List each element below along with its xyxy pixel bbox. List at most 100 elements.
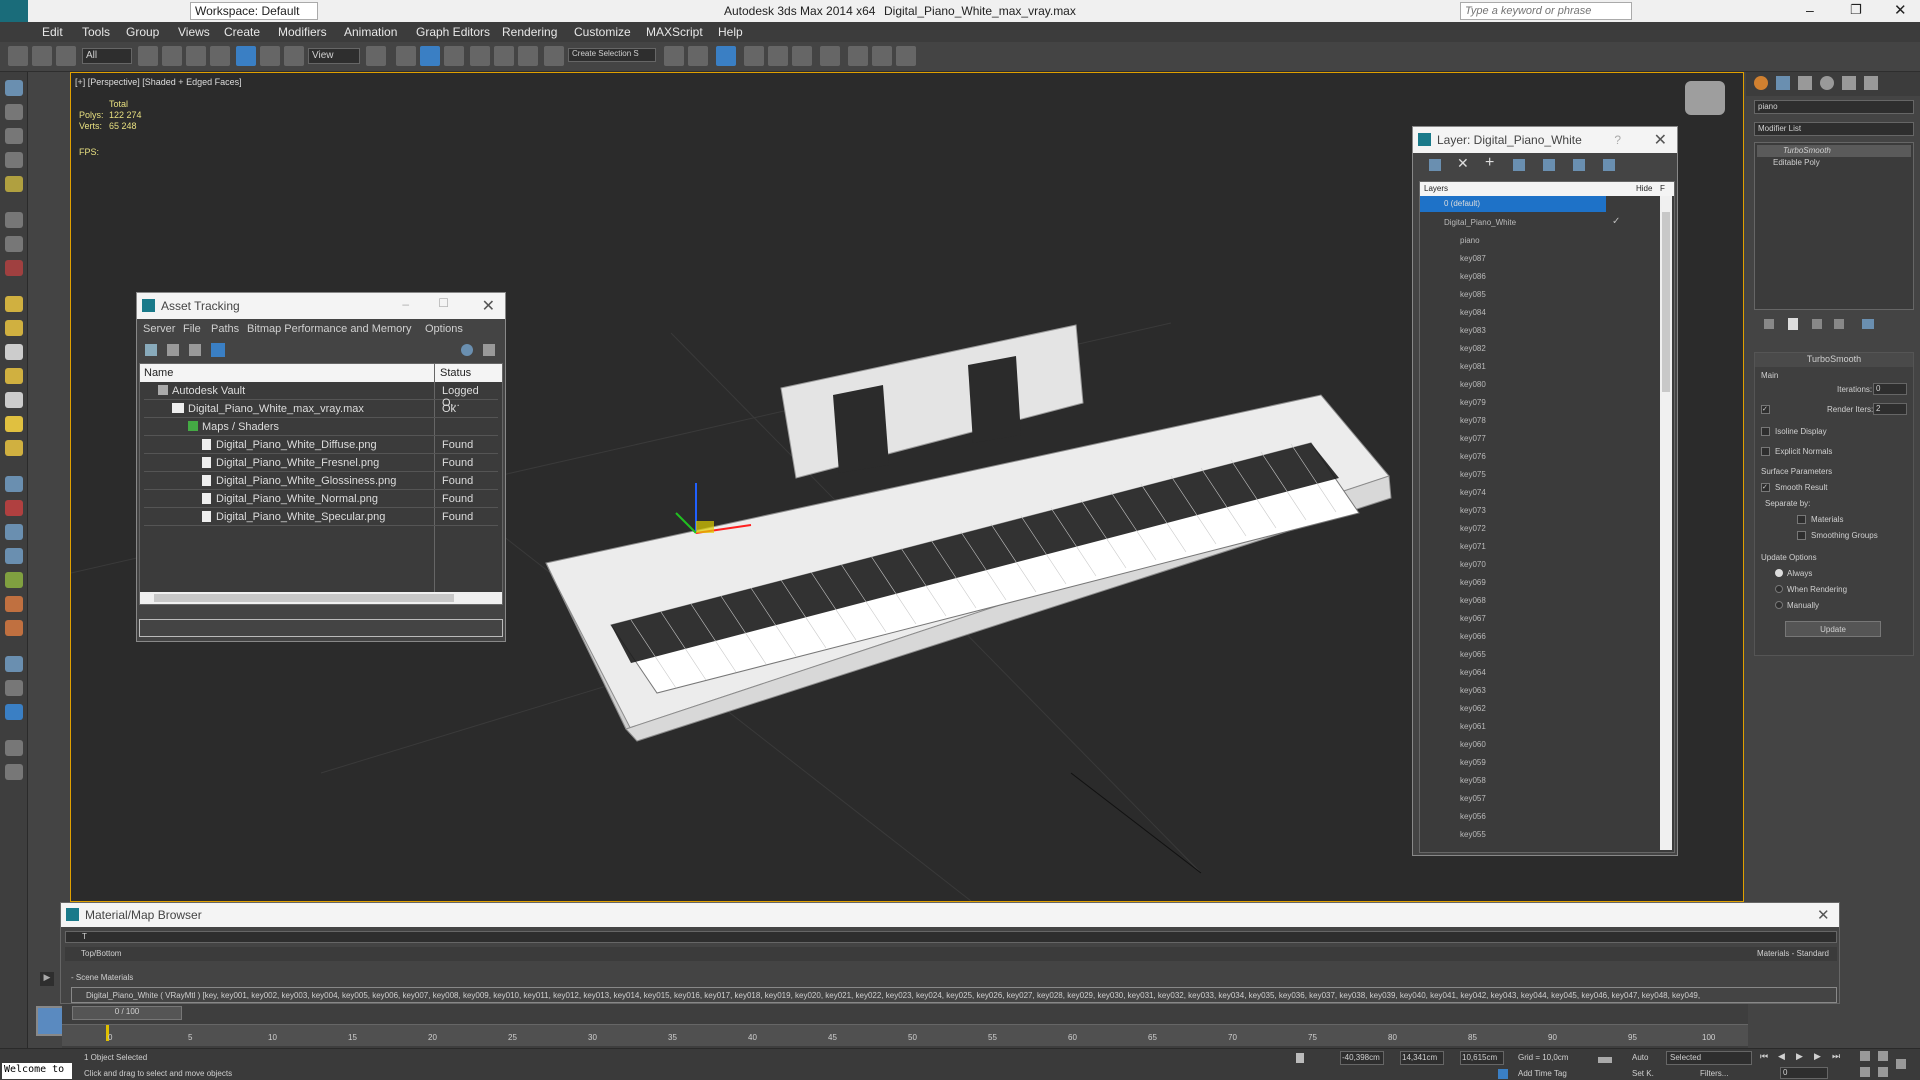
menu-group[interactable]: Group: [126, 25, 159, 39]
track-bar[interactable]: 0 5 10 15 20 25 30 35 40 45 50 55 60 65 …: [62, 1024, 1748, 1046]
manipulate-icon[interactable]: [396, 46, 416, 66]
tool-icon-27[interactable]: [5, 764, 23, 780]
col-status-header[interactable]: Status: [440, 367, 471, 379]
table-row[interactable]: Digital_Piano_White_max_vray.max Ok: [144, 400, 498, 418]
goto-start-icon[interactable]: ⏮: [1760, 1051, 1768, 1062]
asset-menu-server[interactable]: Server: [143, 323, 175, 335]
always-radio[interactable]: [1775, 569, 1783, 577]
scroll-thumb[interactable]: [154, 594, 454, 602]
align-icon[interactable]: [688, 46, 708, 66]
render-setup-icon[interactable]: [848, 46, 868, 66]
list-item[interactable]: key056: [1426, 808, 1666, 826]
pivot-icon[interactable]: [366, 46, 386, 66]
when-rendering-radio[interactable]: [1775, 585, 1783, 593]
table-view-icon[interactable]: [211, 343, 225, 357]
key-icon[interactable]: [1598, 1057, 1612, 1063]
list-item[interactable]: key073: [1426, 502, 1666, 520]
list-item[interactable]: key071: [1426, 538, 1666, 556]
hierarchy-tab-icon[interactable]: [1798, 76, 1812, 90]
list-item[interactable]: key068: [1426, 592, 1666, 610]
modify-tab-icon[interactable]: [1776, 76, 1790, 90]
object-name-field[interactable]: piano: [1754, 100, 1914, 114]
manually-radio[interactable]: [1775, 601, 1783, 609]
add-time-tag[interactable]: Add Time Tag: [1518, 1069, 1567, 1078]
current-frame-field[interactable]: 0: [1780, 1067, 1828, 1079]
piano-model[interactable]: [545, 324, 1392, 742]
list-icon[interactable]: [167, 344, 179, 356]
bind-icon[interactable]: [56, 46, 76, 66]
keyboard-shortcut-icon[interactable]: [420, 46, 440, 66]
list-item[interactable]: key076: [1426, 448, 1666, 466]
tool-icon-4[interactable]: [5, 152, 23, 168]
play-side-icon[interactable]: ▶: [40, 972, 54, 986]
iterations-spinner[interactable]: 0: [1873, 383, 1907, 395]
rotate-icon[interactable]: [260, 46, 280, 66]
list-item[interactable]: key085: [1426, 286, 1666, 304]
tool-icon-16[interactable]: [5, 476, 23, 492]
ref-coord-dropdown[interactable]: View: [308, 48, 360, 64]
vertical-scrollbar[interactable]: [1660, 196, 1672, 850]
tool-icon-23[interactable]: [5, 656, 23, 672]
list-item[interactable]: Digital_Piano_White ✓: [1426, 214, 1666, 232]
make-unique-icon[interactable]: [1812, 319, 1822, 329]
modifier-list-dropdown[interactable]: Modifier List: [1754, 122, 1914, 136]
freeze-all-icon[interactable]: [1603, 159, 1615, 171]
auto-key-button[interactable]: Auto: [1632, 1053, 1648, 1062]
render-iters-checkbox[interactable]: ✓: [1761, 405, 1770, 414]
configure-sets-icon[interactable]: [1862, 319, 1874, 329]
remove-modifier-icon[interactable]: [1834, 319, 1844, 329]
list-item[interactable]: key075: [1426, 466, 1666, 484]
tool-icon-25[interactable]: [5, 704, 23, 720]
tree-icon[interactable]: [189, 344, 201, 356]
table-row[interactable]: Digital_Piano_White_Diffuse.png Found: [144, 436, 498, 454]
play-icon[interactable]: ▶: [1796, 1051, 1803, 1062]
pan-icon[interactable]: [1860, 1067, 1870, 1077]
horizontal-scrollbar[interactable]: [140, 592, 502, 604]
menu-graph-editors[interactable]: Graph Editors: [416, 25, 490, 39]
list-item[interactable]: key062: [1426, 700, 1666, 718]
edit-named-sel-icon[interactable]: [544, 46, 564, 66]
close-icon[interactable]: ✕: [1894, 1, 1907, 19]
tool-icon-10[interactable]: [5, 320, 23, 336]
curve-editor-icon[interactable]: [768, 46, 788, 66]
menu-help[interactable]: Help: [718, 25, 743, 39]
smoothing-groups-checkbox[interactable]: [1797, 531, 1806, 540]
goto-end-icon[interactable]: ⏭: [1832, 1051, 1840, 1062]
smooth-result-checkbox[interactable]: ✓: [1761, 483, 1770, 492]
window-crossing-icon[interactable]: [210, 46, 230, 66]
named-selection-dropdown[interactable]: Create Selection S: [568, 48, 656, 62]
utilities-tab-icon[interactable]: [1864, 76, 1878, 90]
show-end-icon[interactable]: [1788, 318, 1798, 330]
close-icon[interactable]: ✕: [1654, 130, 1667, 150]
tool-icon-6[interactable]: [5, 212, 23, 228]
rollout-title[interactable]: TurboSmooth: [1755, 353, 1913, 367]
tool-icon-1[interactable]: [5, 80, 23, 96]
tool-icon-20[interactable]: [5, 572, 23, 588]
col-name-header[interactable]: Name: [144, 367, 173, 379]
menu-rendering[interactable]: Rendering: [502, 25, 557, 39]
list-item[interactable]: key063: [1426, 682, 1666, 700]
create-tab-icon[interactable]: [1754, 76, 1768, 90]
table-row[interactable]: Digital_Piano_White_Normal.png Found: [144, 490, 498, 508]
display-tab-icon[interactable]: [1842, 76, 1856, 90]
table-row[interactable]: Autodesk Vault Logged O...: [144, 382, 498, 409]
tool-icon-5[interactable]: [5, 176, 23, 192]
select-objects-icon[interactable]: [1513, 159, 1525, 171]
col-hide-header[interactable]: Hide: [1636, 184, 1652, 193]
maximize-icon[interactable]: ❐: [1850, 2, 1862, 18]
viewcube-icon[interactable]: [1685, 81, 1725, 115]
ribbon-icon[interactable]: [744, 46, 764, 66]
help-icon[interactable]: [461, 344, 473, 356]
scale-icon[interactable]: [284, 46, 304, 66]
materials-checkbox[interactable]: [1797, 515, 1806, 524]
list-item[interactable]: key080: [1426, 376, 1666, 394]
zoom-icon[interactable]: [1860, 1051, 1870, 1061]
tool-icon-12[interactable]: [5, 368, 23, 384]
search-input[interactable]: [1460, 2, 1632, 20]
tool-icon-9[interactable]: [5, 296, 23, 312]
time-slider-thumb[interactable]: 0 / 100: [72, 1006, 182, 1020]
isoline-checkbox[interactable]: [1761, 427, 1770, 436]
motion-tab-icon[interactable]: [1820, 76, 1834, 90]
list-item[interactable]: key065: [1426, 646, 1666, 664]
workspace-dropdown[interactable]: Workspace: Default: [190, 2, 318, 20]
